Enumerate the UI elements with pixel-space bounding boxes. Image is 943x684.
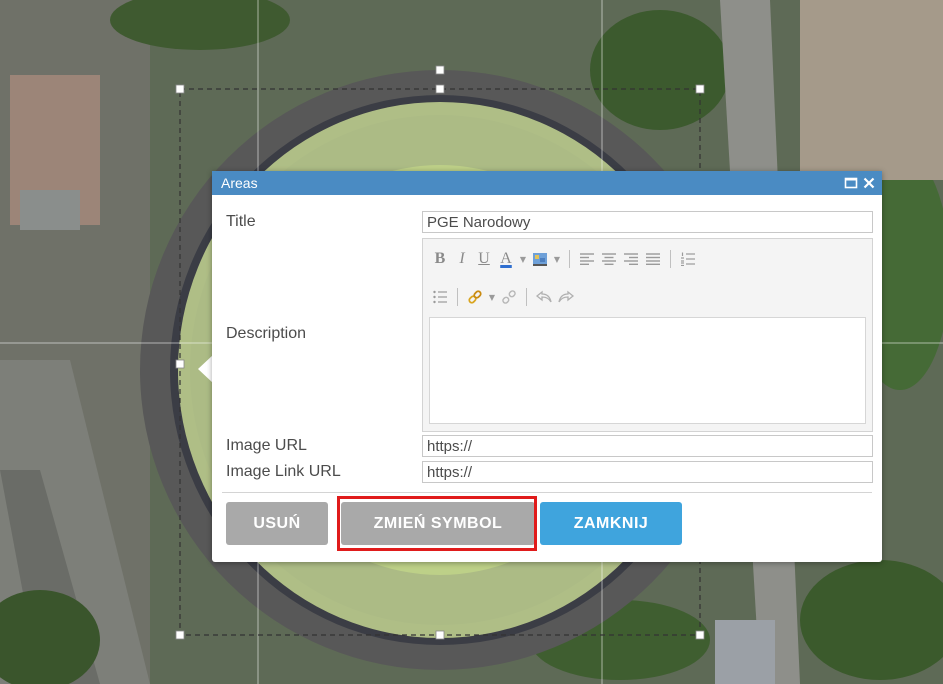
editor-toolbar-row-2: ▼ xyxy=(429,285,577,309)
toolbar-separator xyxy=(670,250,671,268)
align-left-icon[interactable] xyxy=(576,248,598,270)
link-dropdown-icon[interactable]: ▼ xyxy=(486,286,498,308)
popup-title: Areas xyxy=(221,175,258,191)
close-button[interactable]: ZAMKNIJ xyxy=(540,502,682,545)
highlight-dropdown-icon[interactable]: ▼ xyxy=(551,248,563,270)
description-textarea[interactable] xyxy=(429,317,866,424)
popup-pointer xyxy=(198,355,213,383)
editor-toolbar-row-1: B I U A ▼ ▼ xyxy=(429,247,699,271)
image-link-url-input[interactable]: https:// xyxy=(422,461,873,483)
title-input[interactable]: PGE Narodowy xyxy=(422,211,873,233)
redo-icon[interactable] xyxy=(555,286,577,308)
title-label: Title xyxy=(226,213,256,230)
italic-button[interactable]: I xyxy=(451,248,473,270)
close-icon[interactable] xyxy=(862,176,876,190)
font-color-dropdown-icon[interactable]: ▼ xyxy=(517,248,529,270)
maximize-icon[interactable] xyxy=(844,176,858,190)
toolbar-separator xyxy=(457,288,458,306)
align-right-icon[interactable] xyxy=(620,248,642,270)
image-url-label: Image URL xyxy=(226,437,307,454)
undo-icon[interactable] xyxy=(533,286,555,308)
highlight-color-icon[interactable] xyxy=(529,248,551,270)
bold-button[interactable]: B xyxy=(429,248,451,270)
description-label: Description xyxy=(226,325,307,342)
highlight-annotation xyxy=(337,496,537,551)
numbered-list-icon[interactable] xyxy=(677,248,699,270)
align-center-icon[interactable] xyxy=(598,248,620,270)
toolbar-separator xyxy=(569,250,570,268)
popup-header: Areas xyxy=(212,171,882,195)
justify-icon[interactable] xyxy=(642,248,664,270)
footer-divider xyxy=(222,492,872,493)
description-editor: B I U A ▼ ▼ ▼ xyxy=(422,238,873,432)
insert-link-icon[interactable] xyxy=(464,286,486,308)
areas-popup: Areas Title PGE Narodowy Description B I xyxy=(212,171,882,562)
toolbar-separator xyxy=(526,288,527,306)
underline-button[interactable]: U xyxy=(473,248,495,270)
unlink-icon[interactable] xyxy=(498,286,520,308)
satellite-map[interactable]: Areas Title PGE Narodowy Description B I xyxy=(0,0,943,684)
delete-button[interactable]: USUŃ xyxy=(226,502,328,545)
bulleted-list-icon[interactable] xyxy=(429,286,451,308)
image-url-input[interactable]: https:// xyxy=(422,435,873,457)
image-link-url-label: Image Link URL xyxy=(226,463,341,480)
font-color-button[interactable]: A xyxy=(495,248,517,270)
